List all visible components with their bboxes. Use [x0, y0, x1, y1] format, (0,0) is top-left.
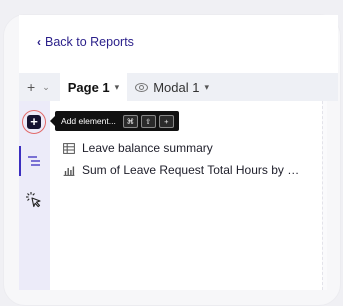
plus-key: + — [158, 114, 174, 128]
tooltip-label: Add element... — [61, 116, 116, 126]
add-page-button[interactable]: + ⌄ — [27, 79, 50, 95]
back-to-reports-link[interactable]: ‹ Back to Reports — [37, 35, 134, 49]
tab-label: Modal 1 — [153, 79, 200, 95]
back-link-label: Back to Reports — [45, 35, 134, 49]
outline-item-chart[interactable]: Sum of Leave Request Total Hours by Em..… — [63, 159, 313, 181]
caret-down-icon: ▾ — [114, 81, 120, 92]
outline-button[interactable] — [19, 146, 46, 176]
shift-key: ⇧ — [140, 114, 156, 128]
header: ‹ Back to Reports — [19, 15, 338, 73]
tab-page-1[interactable]: Page 1 ▾ — [59, 73, 128, 101]
page-tab-bar: + ⌄ Page 1 ▾ Modal 1 ▾ — [19, 73, 338, 101]
chevron-down-icon: ⌄ — [42, 81, 50, 92]
bar-chart-icon — [63, 164, 75, 176]
add-element-button[interactable]: + — [27, 115, 41, 129]
eye-icon — [135, 82, 149, 92]
tab-label: Page 1 — [67, 79, 110, 95]
cursor-click-icon — [26, 192, 41, 208]
outline-list: Leave balance summary Sum of Leave Reque… — [63, 137, 313, 181]
chevron-left-icon: ‹ — [37, 35, 41, 49]
outline-item-label: Leave balance summary — [82, 141, 213, 155]
tab-modal-1[interactable]: Modal 1 ▾ — [127, 73, 217, 101]
outline-item-table[interactable]: Leave balance summary — [63, 137, 313, 159]
add-element-highlight: + — [22, 110, 46, 134]
outline-list-icon — [28, 156, 40, 166]
canvas-edge — [322, 101, 327, 290]
add-element-tooltip: Add element... ⌘ ⇧ + — [50, 111, 179, 131]
plus-icon: + — [27, 79, 36, 95]
command-key: ⌘ — [122, 114, 138, 128]
interactions-button[interactable] — [22, 189, 46, 211]
table-icon — [63, 142, 75, 154]
caret-down-icon: ▾ — [204, 81, 209, 92]
outline-item-label: Sum of Leave Request Total Hours by Em..… — [82, 163, 307, 177]
